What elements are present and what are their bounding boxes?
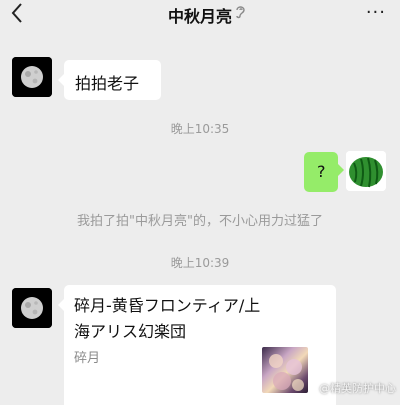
music-cover-thumbnail [262, 347, 308, 393]
watermark: @精英防护中心 [319, 382, 396, 395]
music-card-subtitle: 碎月 [74, 351, 101, 366]
timestamp: 晚上10:39 [170, 256, 230, 270]
more-options-button[interactable]: ··· [366, 4, 386, 22]
chat-header: 中秋月亮 ··· [0, 0, 400, 30]
ear-icon [234, 4, 246, 20]
message-bubble-outgoing[interactable]: ? [304, 152, 344, 192]
message-bubble-incoming[interactable]: 拍拍老子 [58, 60, 161, 100]
avatar-contact[interactable] [12, 288, 52, 328]
message-text: ? [317, 162, 326, 181]
timestamp: 晚上10:35 [170, 122, 230, 136]
avatar-self[interactable] [346, 151, 386, 191]
system-pat-message: 我拍了拍"中秋月亮"的，不小心用力过猛了 [77, 214, 323, 229]
music-card[interactable]: 碎月-黄昏フロンティア/上海アリス幻楽団 碎月 [58, 285, 336, 405]
watermelon-icon [346, 151, 386, 191]
chat-title: 中秋月亮 [167, 7, 232, 26]
message-text: 拍拍老子 [75, 74, 140, 93]
music-card-title: 碎月-黄昏フロンティア/上海アリス幻楽団 [74, 296, 261, 341]
avatar-contact[interactable] [12, 57, 52, 97]
